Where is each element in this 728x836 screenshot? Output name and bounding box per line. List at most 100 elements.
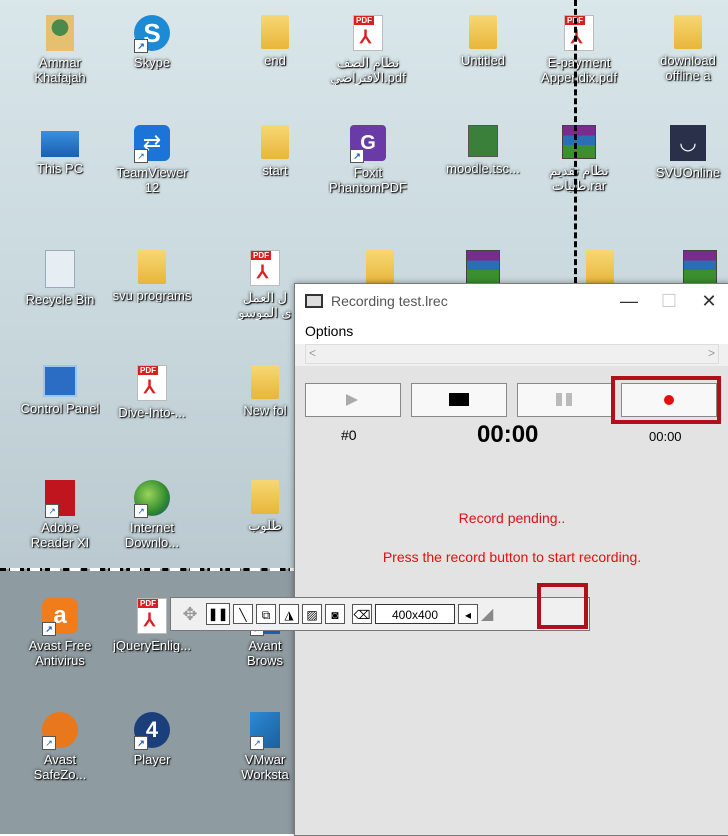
toolbar-pause-button[interactable]: ❚❚ bbox=[206, 603, 230, 625]
teamviewer-icon: ⇄ ↗ bbox=[134, 125, 170, 163]
stop-icon bbox=[449, 393, 469, 406]
desktop-icon[interactable]: ⇄ ↗ TeamViewer 12 bbox=[112, 125, 192, 195]
desktop-icon[interactable]: ↗ VMwar Worksta bbox=[225, 712, 305, 782]
desktop-icon-label: Foxit PhantomPDF bbox=[328, 165, 408, 195]
desktop-icon[interactable]: end bbox=[235, 15, 315, 68]
desktop-icon[interactable]: طلوب bbox=[225, 480, 305, 533]
pdf-icon bbox=[137, 598, 167, 634]
capture-toolbar: ✥ ❚❚ ╲ ⧉ ◮ ▨ ◙ ⌫ 400x400 ◂ ◢ bbox=[170, 597, 590, 631]
desktop-icon-label: SVUOnline bbox=[655, 165, 721, 180]
foxit-icon: G ↗ bbox=[350, 125, 386, 163]
folder-icon bbox=[586, 250, 614, 284]
desktop-icon[interactable]: S ↗ Skype bbox=[112, 15, 192, 70]
rar-icon bbox=[562, 125, 596, 159]
desktop-icon[interactable] bbox=[340, 250, 420, 284]
shortcut-arrow-icon: ↗ bbox=[42, 622, 56, 636]
desktop-icon[interactable]: moodle.tsc... bbox=[443, 125, 523, 176]
folder-icon bbox=[251, 365, 279, 399]
frame-counter: #0 bbox=[341, 427, 357, 443]
play-button[interactable] bbox=[305, 383, 401, 417]
desktop-icon-label: Dive-Into-... bbox=[118, 405, 186, 420]
folder-icon bbox=[251, 480, 279, 514]
chart-tool-icon[interactable]: ▨ bbox=[302, 604, 322, 624]
adobe-reader-icon: ↗ bbox=[45, 480, 75, 518]
maximize-button: ☐ bbox=[660, 290, 678, 311]
shortcut-arrow-icon: ↗ bbox=[134, 736, 148, 750]
avast-safezone-icon: ↗ bbox=[42, 712, 78, 750]
pen-tool-icon[interactable]: ╲ bbox=[233, 604, 253, 624]
rar-icon bbox=[683, 250, 717, 284]
desktop-icon[interactable]: start bbox=[235, 125, 315, 178]
desktop-icon-label: start bbox=[262, 163, 288, 178]
close-button[interactable]: ✕ bbox=[689, 291, 728, 312]
desktop-icon[interactable]: Dive-Into-... bbox=[112, 365, 192, 420]
folder-icon bbox=[138, 250, 166, 284]
folder-icon bbox=[469, 15, 497, 49]
desktop-icon[interactable]: نظام تقديم طلبات.rar bbox=[539, 125, 619, 193]
desktop-icon[interactable] bbox=[443, 250, 523, 284]
desktop-icon[interactable]: E-payment Appendix.pdf bbox=[539, 15, 619, 85]
window-title: Recording test.lrec bbox=[331, 293, 448, 309]
desktop-icon-label: svu programs bbox=[112, 288, 192, 303]
shortcut-arrow-icon: ↗ bbox=[45, 504, 59, 518]
horizontal-scrollbar[interactable]: < > bbox=[305, 344, 719, 364]
desktop-icon[interactable] bbox=[660, 250, 728, 284]
desktop-icon[interactable]: This PC bbox=[20, 125, 100, 176]
desktop-icon[interactable]: svu programs bbox=[112, 250, 192, 303]
pause-button[interactable] bbox=[517, 383, 613, 417]
window-titlebar[interactable]: Recording test.lrec — ☐ ✕ bbox=[295, 284, 728, 318]
collapse-icon[interactable]: ◂ bbox=[458, 604, 478, 624]
scroll-left-icon[interactable]: < bbox=[309, 346, 316, 360]
desktop-icon[interactable]: ↗ Internet Downlo... bbox=[112, 480, 192, 550]
desktop-icon-label: طلوب bbox=[248, 518, 282, 533]
desktop-icon[interactable]: ↗ Avast SafeZo... bbox=[20, 712, 100, 782]
shortcut-arrow-icon: ↗ bbox=[134, 149, 148, 163]
desktop-icon[interactable]: New fol bbox=[225, 365, 305, 418]
desktop-icon[interactable]: G ↗ Foxit PhantomPDF bbox=[328, 125, 408, 195]
scroll-right-icon[interactable]: > bbox=[708, 346, 715, 360]
desktop-icon-label: نظام تقديم طلبات.rar bbox=[549, 163, 609, 193]
shortcut-arrow-icon: ↗ bbox=[134, 39, 148, 53]
desktop-icon-label: Adobe Reader XI bbox=[30, 520, 90, 550]
user-folder-icon bbox=[46, 15, 74, 51]
resize-grip-icon[interactable]: ◢ bbox=[481, 604, 493, 624]
desktop-icon[interactable]: نظام الصف الافتراضي.pdf bbox=[328, 15, 408, 85]
desktop-icon-label: Player bbox=[133, 752, 171, 767]
desktop-icon[interactable]: ل العمل ى الموسو bbox=[225, 250, 305, 320]
desktop-icon[interactable]: download offline a bbox=[648, 15, 728, 83]
stop-button[interactable] bbox=[411, 383, 507, 417]
desktop-icon[interactable]: 4 ↗ Player bbox=[112, 712, 192, 767]
camera-icon[interactable]: ◙ bbox=[325, 604, 345, 624]
menubar: Options bbox=[295, 318, 728, 344]
desktop-icon[interactable]: ◡ SVUOnline bbox=[648, 125, 728, 180]
video-file-icon bbox=[468, 125, 498, 157]
desktop-icon-label: Internet Downlo... bbox=[124, 520, 180, 550]
avast-icon: a ↗ bbox=[42, 598, 78, 636]
minimize-button[interactable]: — bbox=[609, 291, 649, 312]
vmware-icon: ↗ bbox=[250, 712, 280, 750]
desktop-icon[interactable]: ↗ Adobe Reader XI bbox=[20, 480, 100, 550]
status-text: Record pending.. bbox=[458, 510, 566, 526]
capture-size-field[interactable]: 400x400 bbox=[375, 604, 455, 624]
resize-grip-highlight bbox=[537, 583, 588, 629]
menu-options[interactable]: Options bbox=[305, 323, 353, 339]
svu-icon: ◡ bbox=[670, 125, 706, 161]
eraser-icon[interactable]: ⌫ bbox=[352, 604, 372, 624]
desktop-icon[interactable]: Control Panel bbox=[20, 365, 100, 416]
folder-icon bbox=[261, 125, 289, 159]
annotate-tool-icon[interactable]: ◮ bbox=[279, 604, 299, 624]
app-icon bbox=[305, 294, 323, 308]
desktop-icon[interactable]: a ↗ Avast Free Antivirus bbox=[20, 598, 100, 668]
folder-icon bbox=[261, 15, 289, 49]
desktop-icon[interactable]: Recycle Bin bbox=[20, 250, 100, 307]
recycle-bin-icon bbox=[45, 250, 75, 288]
select-tool-icon[interactable]: ⧉ bbox=[256, 604, 276, 624]
desktop-icon-label: Avant Brows bbox=[246, 638, 284, 668]
file-icon bbox=[674, 15, 702, 49]
move-handle-icon[interactable]: ✥ bbox=[177, 604, 203, 625]
desktop-icon[interactable]: Untitled bbox=[443, 15, 523, 68]
elapsed-time: 00:00 bbox=[477, 421, 539, 448]
recording-window: Recording test.lrec — ☐ ✕ Options < > #0… bbox=[294, 283, 728, 836]
desktop-icon[interactable] bbox=[560, 250, 640, 284]
desktop-icon[interactable]: Ammar Khafajah bbox=[20, 15, 100, 85]
